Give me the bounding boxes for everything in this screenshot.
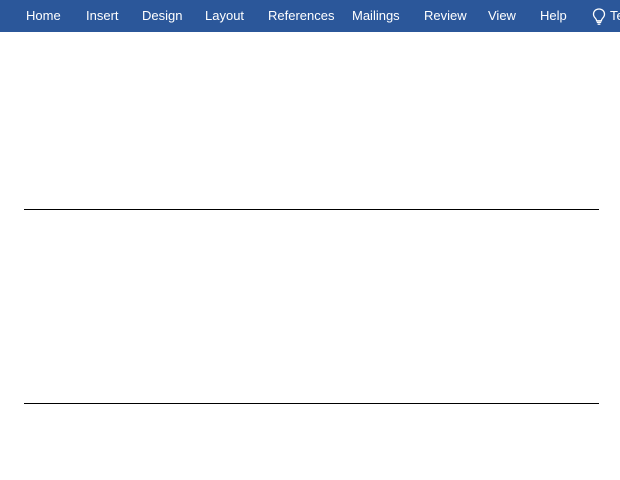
ribbon-tab-bar: Home Insert Design Layout References Mai… — [0, 0, 620, 32]
tab-layout[interactable]: Layout — [205, 0, 244, 32]
horizontal-rule — [24, 403, 599, 404]
tab-references[interactable]: References — [268, 0, 334, 32]
tab-insert[interactable]: Insert — [86, 0, 119, 32]
horizontal-rule — [24, 209, 599, 210]
document-canvas[interactable] — [0, 32, 620, 480]
lightbulb-icon — [592, 8, 606, 25]
tab-home[interactable]: Home — [26, 0, 61, 32]
tab-mailings[interactable]: Mailings — [352, 0, 400, 32]
tab-review[interactable]: Review — [424, 0, 467, 32]
tell-me-label: Tell me what you want to do — [610, 8, 620, 23]
tab-help[interactable]: Help — [540, 0, 567, 32]
tab-view[interactable]: View — [488, 0, 516, 32]
tab-design[interactable]: Design — [142, 0, 182, 32]
